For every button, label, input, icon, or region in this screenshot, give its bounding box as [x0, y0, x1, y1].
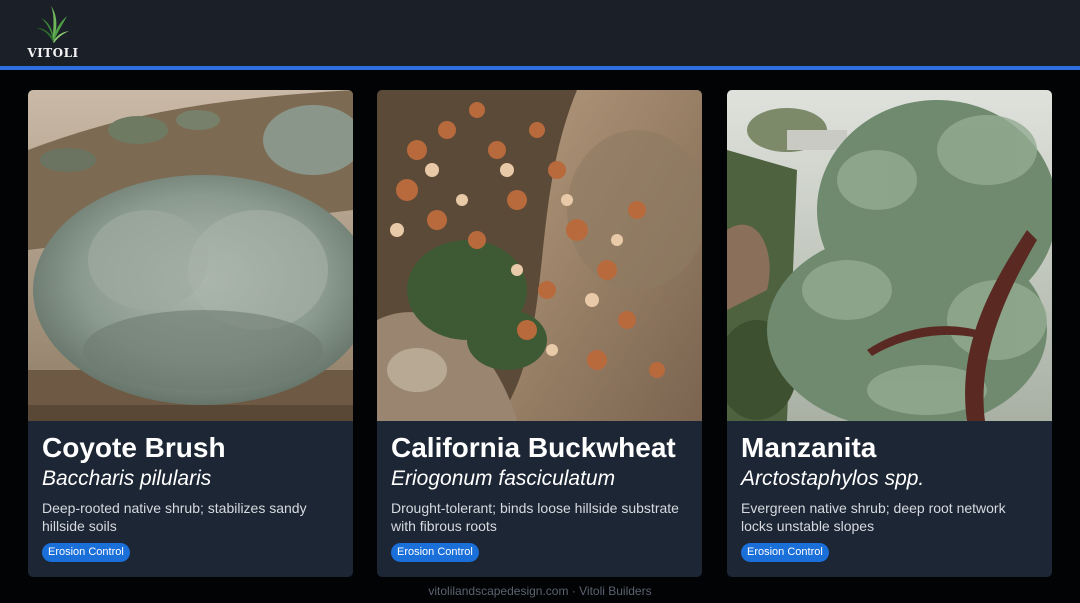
card-scientific-name: Baccharis pilularis: [42, 467, 212, 490]
erosion-control-badge: Erosion Control: [42, 543, 130, 562]
header-bar: VITOLI: [0, 0, 1080, 66]
plant-card-manzanita[interactable]: Manzanita Arctostaphylos spp. Evergreen …: [727, 90, 1052, 577]
card-scientific-name: Arctostaphylos spp.: [741, 467, 925, 490]
card-scientific-name: Eriogonum fasciculatum: [391, 467, 616, 490]
manzanita-photo: [727, 90, 1052, 421]
card-description: Deep-rooted native shrub; stabilizes san…: [42, 500, 307, 534]
brand-logo[interactable]: VITOLI: [26, 4, 80, 60]
footer-credit: vitolilandscapedesign.com · Vitoli Build…: [428, 584, 652, 598]
erosion-control-badge: Erosion Control: [741, 543, 829, 562]
leaf-sprig-icon: [37, 6, 69, 43]
erosion-control-badge: Erosion Control: [391, 543, 479, 562]
coyote-brush-photo: [28, 90, 353, 421]
card-description: Evergreen native shrub; deep root networ…: [741, 500, 1006, 534]
card-title: Coyote Brush: [42, 432, 226, 463]
brand-name: VITOLI: [27, 46, 79, 60]
card-title: California Buckwheat: [391, 432, 676, 463]
plant-card-california-buckwheat[interactable]: California Buckwheat Eriogonum fascicula…: [377, 90, 702, 577]
card-title: Manzanita: [741, 432, 877, 463]
plant-card-coyote-brush[interactable]: Coyote Brush Baccharis pilularis Deep-ro…: [28, 90, 353, 577]
card-description: Drought-tolerant; binds loose hillside s…: [391, 500, 679, 534]
header-accent-rule: [0, 66, 1080, 70]
california-buckwheat-photo: [377, 90, 702, 421]
